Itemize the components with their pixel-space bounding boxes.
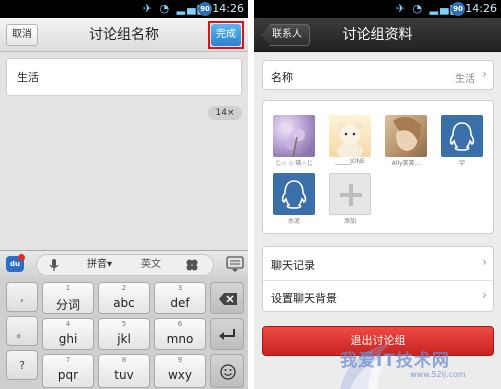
notification-dot-icon xyxy=(18,254,25,261)
key-9[interactable]: 9 wxy xyxy=(154,354,206,388)
chat-history-label: 聊天记录 xyxy=(271,259,315,272)
key-3[interactable]: 3 def xyxy=(154,282,206,314)
pinyin-mode-toggle[interactable]: 拼音▾ xyxy=(87,255,112,275)
title-bar: 联系人 讨论组资料 xyxy=(254,18,501,52)
qq-penguin-avatar xyxy=(273,173,315,215)
member-name: _____JONE xyxy=(335,158,365,165)
title-bar: 讨论组名称 取消 完成 xyxy=(0,18,248,52)
member-avatar[interactable]: 水泥 xyxy=(273,173,315,225)
add-label: 添加 xyxy=(343,218,356,225)
battery-badge: 90 xyxy=(451,2,465,16)
watermark-url: www.52ij.com xyxy=(410,370,466,379)
chat-background-label: 设置聊天背景 xyxy=(271,292,337,305)
key-1[interactable]: 1 分词 xyxy=(42,282,94,314)
done-button-highlight: 完成 xyxy=(208,21,244,49)
comma-key[interactable]: , xyxy=(6,282,38,312)
chevron-right-icon: › xyxy=(482,67,487,81)
enter-key[interactable] xyxy=(210,318,244,350)
cancel-button[interactable]: 取消 xyxy=(6,24,38,46)
member-avatar[interactable]: じ☆ ◇ 瑛☆じ xyxy=(273,115,315,167)
keyboard: , 。 ? 1 分词 2 abc 3 def 4 ghi 5 jkl 6 mno 7 pqr … xyxy=(0,278,248,389)
flower-photo-avatar xyxy=(273,115,315,157)
member-name: じ☆ ◇ 瑛☆じ xyxy=(275,160,313,167)
member-avatar[interactable]: 宇 xyxy=(441,115,483,167)
clover-icon[interactable] xyxy=(185,258,199,272)
chat-background-row[interactable]: 设置聊天背景 › xyxy=(263,281,493,313)
period-key[interactable]: 。 xyxy=(6,316,38,346)
clock: 14:26 xyxy=(465,2,497,15)
english-mode-toggle[interactable]: 英文 xyxy=(141,255,161,275)
status-bar: ✈ ◔ ▂▄▆ 90 14:26 xyxy=(254,0,501,18)
key-8[interactable]: 8 tuv xyxy=(98,354,150,388)
member-avatar[interactable]: _____JONE xyxy=(329,115,371,167)
microphone-icon[interactable] xyxy=(47,258,61,272)
chevron-right-icon: › xyxy=(482,288,487,302)
member-avatar[interactable]: Ally笑笑... xyxy=(385,115,427,167)
flower-icon xyxy=(282,124,305,157)
qq-penguin-icon xyxy=(281,180,307,209)
done-button[interactable]: 完成 xyxy=(211,24,241,46)
member-name: Ally笑笑... xyxy=(391,160,421,167)
watermark-text: 我爱IT技术网 xyxy=(340,351,450,371)
add-member-button[interactable]: 添加 xyxy=(329,173,371,225)
backspace-key[interactable] xyxy=(210,282,244,314)
qq-penguin-icon xyxy=(449,122,475,151)
name-label: 名称 xyxy=(271,71,293,84)
question-key[interactable]: ? xyxy=(6,350,38,380)
key-2[interactable]: 2 abc xyxy=(98,282,150,314)
page-title: 讨论组资料 xyxy=(342,27,413,43)
char-counter-clear[interactable]: 14× xyxy=(208,106,242,120)
key-6[interactable]: 6 mno xyxy=(154,318,206,350)
teddy-bear-avatar xyxy=(329,115,371,157)
member-name: 宇 xyxy=(458,160,465,167)
girl-photo-avatar xyxy=(385,115,427,157)
portrait-icon xyxy=(393,116,421,151)
key-7[interactable]: 7 pqr xyxy=(42,354,94,388)
emoji-key[interactable] xyxy=(210,354,244,388)
name-value: 生活 xyxy=(455,74,475,85)
enter-icon xyxy=(219,329,235,340)
members-grid: じ☆ ◇ 瑛☆じ _____JONE Ally笑笑... 宇 水泥 添加 xyxy=(262,100,494,234)
right-screen: ✈ ◔ ▂▄▆ 90 14:26 联系人 讨论组资料 名称 生活 › じ☆ ◇ … xyxy=(254,0,501,389)
smiley-icon xyxy=(220,364,236,380)
key-5[interactable]: 5 jkl xyxy=(98,318,150,350)
status-bar: ✈ ◔ ▂▄▆ 90 14:26 xyxy=(0,0,248,18)
left-screen: ✈ ◔ ▂▄▆ 90 14:26 讨论组名称 取消 完成 生活 14× du 拼… xyxy=(0,0,248,389)
chat-history-row[interactable]: 聊天记录 › xyxy=(263,247,493,280)
keyboard-mode-bar: 拼音▾ 英文 xyxy=(36,254,214,276)
key-4[interactable]: 4 ghi xyxy=(42,318,94,350)
chevron-right-icon: › xyxy=(482,255,487,269)
group-name-input[interactable]: 生活 xyxy=(6,58,242,96)
group-name-row[interactable]: 名称 生活 › xyxy=(262,60,494,90)
clock: 14:26 xyxy=(212,2,244,15)
backspace-icon xyxy=(219,293,237,305)
add-member-box xyxy=(329,173,371,215)
member-name: 水泥 xyxy=(287,218,300,225)
hide-keyboard-icon[interactable] xyxy=(226,255,244,273)
chat-settings-card: 聊天记录 › 设置聊天背景 › xyxy=(262,246,494,312)
keyboard-toolbar: du 拼音▾ 英文 xyxy=(0,250,248,278)
teddy-bear-icon xyxy=(337,122,363,157)
battery-badge: 90 xyxy=(198,2,212,16)
plus-icon xyxy=(340,184,362,206)
qq-penguin-avatar xyxy=(441,115,483,157)
